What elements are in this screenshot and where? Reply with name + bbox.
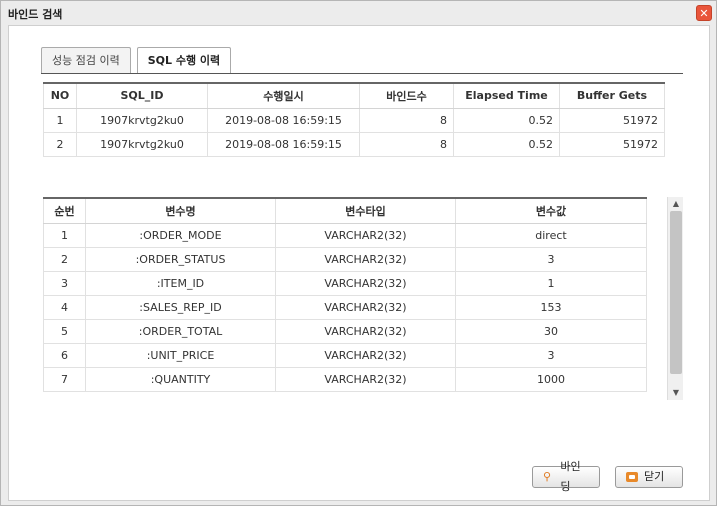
cell-elapsed-time: 0.52 (453, 108, 560, 133)
column-header: Buffer Gets (559, 82, 665, 109)
dialog-body: 성능 점검 이력 SQL 수행 이력 NO SQL_ID 수행일시 바인드수 E… (8, 25, 710, 501)
cell-var-type: VARCHAR2(32) (275, 223, 456, 248)
close-button[interactable]: 닫기 (615, 466, 683, 488)
table-row[interactable]: 2 :ORDER_STATUS VARCHAR2(32) 3 (43, 247, 647, 272)
dialog-title: 바인드 검색 (8, 8, 63, 21)
column-header: 변수값 (455, 197, 647, 224)
bind-button-label: 바인딩 (560, 460, 581, 493)
bind-variable-panel: 순번 변수명 변수타입 변수값 1 :ORDER_MODE VARCHAR2(3… (43, 197, 683, 400)
cell-var-value: 30 (455, 319, 647, 344)
cell-elapsed-time: 0.52 (453, 132, 560, 157)
cell-seq: 2 (43, 247, 86, 272)
column-header: Elapsed Time (453, 82, 560, 109)
column-header: NO (43, 82, 77, 109)
cell-var-name: :SALES_REP_ID (85, 295, 276, 320)
column-header: 바인드수 (359, 82, 454, 109)
cell-seq: 1 (43, 223, 86, 248)
cell-var-name: :UNIT_PRICE (85, 343, 276, 368)
tab-underline (41, 73, 683, 74)
column-header: 수행일시 (207, 82, 360, 109)
column-header: 순번 (43, 197, 86, 224)
table-header-row: NO SQL_ID 수행일시 바인드수 Elapsed Time Buffer … (43, 82, 665, 109)
cell-var-value: 1 (455, 271, 647, 296)
cell-seq: 7 (43, 367, 86, 392)
table-row[interactable]: 3 :ITEM_ID VARCHAR2(32) 1 (43, 271, 647, 296)
close-button-label: 닫기 (644, 470, 665, 483)
cell-var-type: VARCHAR2(32) (275, 367, 456, 392)
close-icon[interactable]: ✕ (696, 5, 712, 21)
scroll-up-icon[interactable]: ▲ (668, 197, 684, 211)
table-header-row: 순번 변수명 변수타입 변수값 (43, 197, 647, 224)
cell-var-type: VARCHAR2(32) (275, 271, 456, 296)
table-row[interactable]: 1 :ORDER_MODE VARCHAR2(32) direct (43, 223, 647, 248)
tab-sql-history[interactable]: SQL 수행 이력 (136, 47, 232, 74)
vertical-scrollbar[interactable]: ▲ ▼ (667, 197, 683, 400)
scrollbar-thumb[interactable] (670, 211, 682, 374)
table-row[interactable]: 6 :UNIT_PRICE VARCHAR2(32) 3 (43, 343, 647, 368)
cell-sql-id: 1907krvtg2ku0 (76, 132, 208, 157)
sql-history-table: NO SQL_ID 수행일시 바인드수 Elapsed Time Buffer … (43, 82, 665, 157)
cell-var-name: :QUANTITY (85, 367, 276, 392)
table-row[interactable]: 1 1907krvtg2ku0 2019-08-08 16:59:15 8 0.… (43, 108, 665, 133)
column-header: 변수명 (85, 197, 276, 224)
table-row[interactable]: 4 :SALES_REP_ID VARCHAR2(32) 153 (43, 295, 647, 320)
cell-var-name: :ORDER_STATUS (85, 247, 276, 272)
column-header: 변수타입 (275, 197, 456, 224)
cell-sql-id: 1907krvtg2ku0 (76, 108, 208, 133)
cell-var-value: 153 (455, 295, 647, 320)
cell-seq: 5 (43, 319, 86, 344)
cell-var-value: 3 (455, 343, 647, 368)
cell-seq: 3 (43, 271, 86, 296)
title-bar: 바인드 검색 ✕ (1, 1, 716, 25)
cell-var-name: :ITEM_ID (85, 271, 276, 296)
cell-var-type: VARCHAR2(32) (275, 319, 456, 344)
cell-var-type: VARCHAR2(32) (275, 247, 456, 272)
scroll-down-icon[interactable]: ▼ (668, 386, 684, 400)
cell-buffer-gets: 51972 (559, 108, 665, 133)
table-row[interactable]: 5 :ORDER_TOTAL VARCHAR2(32) 30 (43, 319, 647, 344)
bind-button[interactable]: ⚲ 바인딩 (532, 460, 600, 493)
cell-var-value: 1000 (455, 367, 647, 392)
cell-seq: 6 (43, 343, 86, 368)
cell-var-type: VARCHAR2(32) (275, 295, 456, 320)
cell-var-name: :ORDER_TOTAL (85, 319, 276, 344)
cell-bind-count: 8 (359, 132, 454, 157)
cell-exec-time: 2019-08-08 16:59:15 (207, 132, 360, 157)
table-row[interactable]: 7 :QUANTITY VARCHAR2(32) 1000 (43, 367, 647, 392)
column-header: SQL_ID (76, 82, 208, 109)
link-icon: ⚲ (543, 470, 552, 483)
cell-var-value: direct (455, 223, 647, 248)
cell-bind-count: 8 (359, 108, 454, 133)
cell-var-name: :ORDER_MODE (85, 223, 276, 248)
cell-var-value: 3 (455, 247, 647, 272)
tab-performance-history[interactable]: 성능 점검 이력 (41, 47, 131, 73)
tab-bar: 성능 점검 이력 SQL 수행 이력 (41, 47, 237, 74)
bind-variable-table: 순번 변수명 변수타입 변수값 1 :ORDER_MODE VARCHAR2(3… (43, 197, 647, 392)
cell-no: 2 (43, 132, 77, 157)
cell-no: 1 (43, 108, 77, 133)
cell-seq: 4 (43, 295, 86, 320)
cell-var-type: VARCHAR2(32) (275, 343, 456, 368)
table-row[interactable]: 2 1907krvtg2ku0 2019-08-08 16:59:15 8 0.… (43, 132, 665, 157)
bind-search-dialog: 바인드 검색 ✕ 성능 점검 이력 SQL 수행 이력 NO SQL_ID 수행… (0, 0, 717, 506)
cell-buffer-gets: 51972 (559, 132, 665, 157)
close-box-icon (626, 472, 638, 482)
cell-exec-time: 2019-08-08 16:59:15 (207, 108, 360, 133)
